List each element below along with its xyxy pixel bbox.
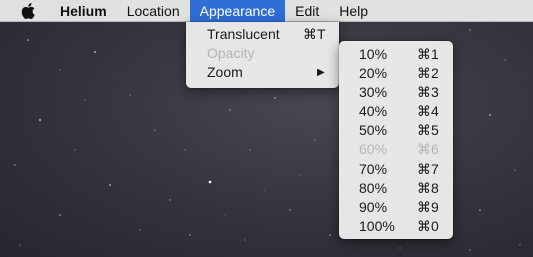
menu-helium[interactable]: Helium xyxy=(52,0,117,22)
zoom-item-10[interactable]: 10% ⌘1 xyxy=(339,45,453,64)
zoom-item-60: 60% ⌘6 xyxy=(339,140,453,159)
menu-item-label: 30% xyxy=(359,84,388,101)
menu-item-opacity: Opacity xyxy=(186,44,339,63)
shortcut-label: ⌘8 xyxy=(417,179,439,196)
menu-item-zoom[interactable]: Zoom ▶ xyxy=(186,63,339,82)
menu-item-label: 70% xyxy=(359,160,388,177)
menu-help[interactable]: Help xyxy=(329,0,378,22)
shortcut-label: ⌘6 xyxy=(417,141,439,158)
menu-bar: Helium Location Appearance Edit Help xyxy=(0,0,533,22)
shortcut-label: ⌘0 xyxy=(417,217,439,234)
menu-item-label: 100% xyxy=(359,217,395,234)
menu-item-label: 90% xyxy=(359,198,388,215)
menu-location[interactable]: Location xyxy=(117,0,190,22)
menu-item-label: 80% xyxy=(359,179,388,196)
menu-item-label: 50% xyxy=(359,122,388,139)
shortcut-label: ⌘1 xyxy=(417,46,439,62)
zoom-item-30[interactable]: 30% ⌘3 xyxy=(339,83,453,102)
menu-item-label: 40% xyxy=(359,103,388,120)
appearance-dropdown: Translucent ⌘T Opacity Zoom ▶ xyxy=(186,22,339,88)
shortcut-label: ⌘7 xyxy=(417,160,439,177)
shortcut-label: ⌘5 xyxy=(417,122,439,139)
shortcut-label: ⌘4 xyxy=(417,103,439,120)
menu-edit[interactable]: Edit xyxy=(285,0,329,22)
shortcut-label: ⌘3 xyxy=(417,84,439,101)
shortcut-label: ⌘2 xyxy=(417,65,439,82)
menu-item-label: 10% xyxy=(359,46,388,62)
menu-item-translucent[interactable]: Translucent ⌘T xyxy=(186,25,339,44)
shortcut-label: ⌘T xyxy=(303,26,326,42)
zoom-item-90[interactable]: 90% ⌘9 xyxy=(339,198,453,217)
submenu-arrow-icon: ▶ xyxy=(317,67,325,78)
zoom-item-40[interactable]: 40% ⌘4 xyxy=(339,102,453,121)
menu-item-label: 60% xyxy=(359,141,388,158)
zoom-item-80[interactable]: 80% ⌘8 xyxy=(339,179,453,198)
menu-item-label: Zoom xyxy=(207,64,243,80)
apple-logo-icon[interactable] xyxy=(18,0,38,22)
menu-appearance[interactable]: Appearance xyxy=(189,0,286,22)
zoom-submenu: 10% ⌘1 20% ⌘2 30% ⌘3 40% ⌘4 50% ⌘5 60% ⌘… xyxy=(339,41,453,239)
shortcut-label: ⌘9 xyxy=(417,198,439,215)
zoom-item-70[interactable]: 70% ⌘7 xyxy=(339,160,453,179)
zoom-item-100[interactable]: 100% ⌘0 xyxy=(339,217,453,236)
zoom-item-50[interactable]: 50% ⌘5 xyxy=(339,121,453,140)
menu-item-label: Opacity xyxy=(207,45,255,61)
zoom-item-20[interactable]: 20% ⌘2 xyxy=(339,64,453,83)
menu-item-label: Translucent xyxy=(207,26,280,42)
menu-item-label: 20% xyxy=(359,65,388,82)
